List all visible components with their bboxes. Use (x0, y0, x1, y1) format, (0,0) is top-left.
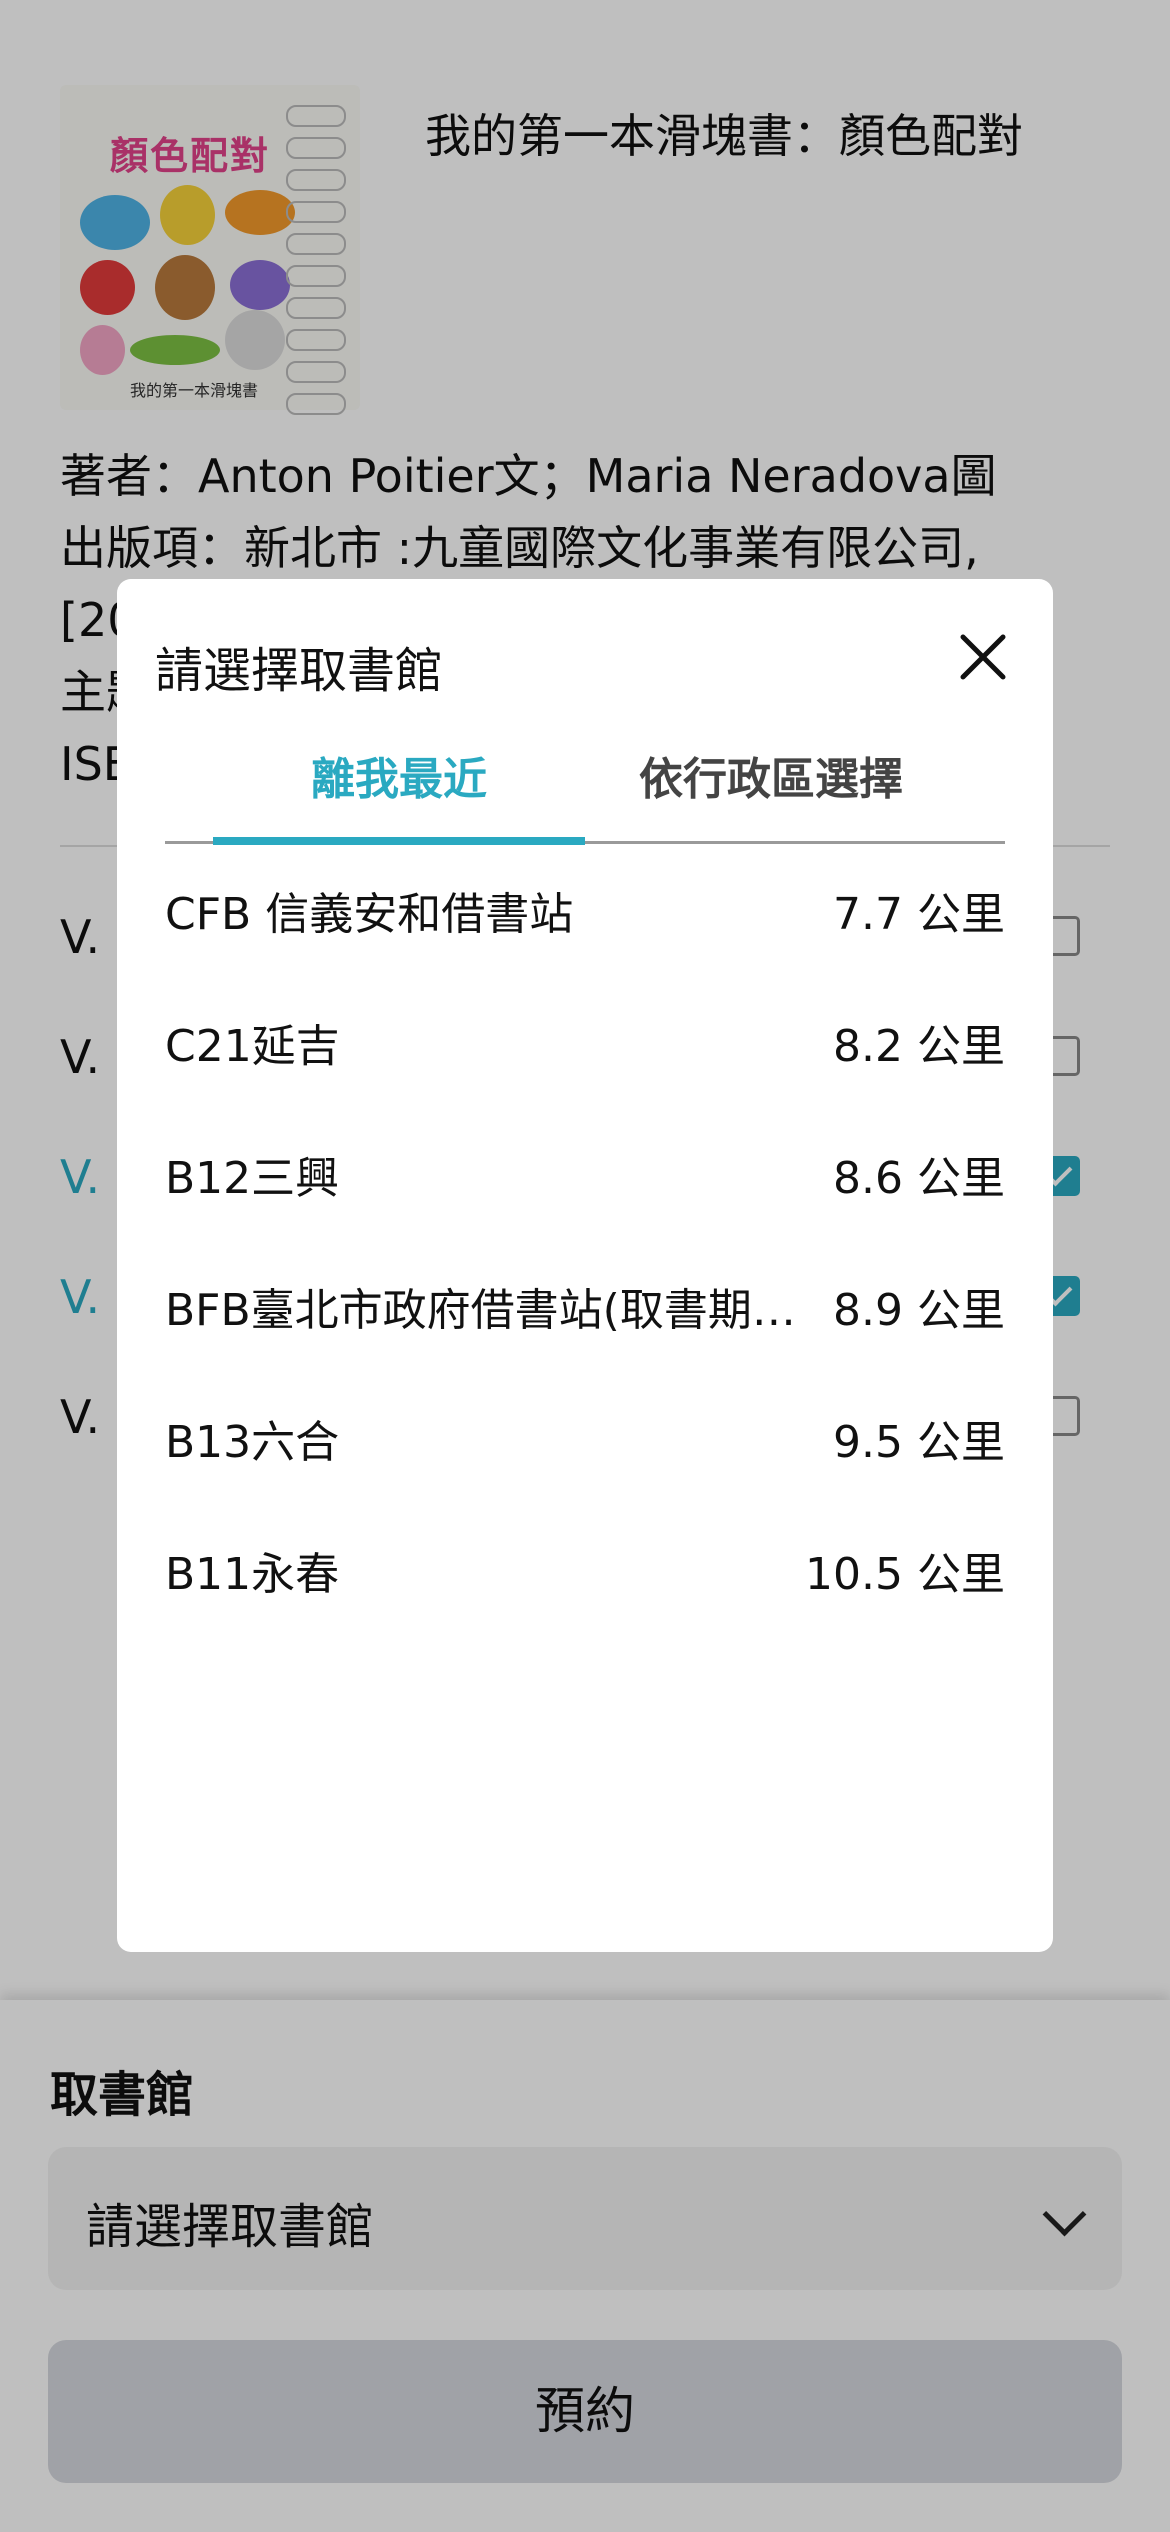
branch-name: CFB 信義安和借書站 (165, 889, 574, 940)
branch-distance: 8.6 公里 (833, 1153, 1005, 1204)
branch-name: BFB臺北市政府借書站(取書期限... (165, 1285, 805, 1336)
branch-item[interactable]: B11永春 10.5 公里 (165, 1504, 1005, 1636)
branch-name: C21延吉 (165, 1021, 340, 1072)
branch-item[interactable]: CFB 信義安和借書站 7.7 公里 (165, 844, 1005, 976)
branch-distance: 9.5 公里 (833, 1417, 1005, 1468)
branch-distance: 8.9 公里 (833, 1285, 1005, 1336)
branch-distance: 7.7 公里 (833, 889, 1005, 940)
branch-item[interactable]: B13六合 9.5 公里 (165, 1372, 1005, 1504)
pickup-library-modal: 請選擇取書館 離我最近 依行政區選擇 CFB 信義安和借書站 7.7 公里 C2… (117, 579, 1053, 1952)
tab-by-district[interactable]: 依行政區選擇 (585, 749, 957, 841)
branch-item[interactable]: C21延吉 8.2 公里 (165, 976, 1005, 1108)
branch-item[interactable]: B12三興 8.6 公里 (165, 1108, 1005, 1240)
modal-title: 請選擇取書館 (155, 643, 444, 699)
close-icon[interactable] (957, 631, 1009, 683)
branch-name: B11永春 (165, 1549, 340, 1600)
branch-distance: 8.2 公里 (833, 1021, 1005, 1072)
tab-nearest[interactable]: 離我最近 (213, 749, 585, 845)
branch-name: B13六合 (165, 1417, 340, 1468)
page: 顏色配對 我的第一本滑塊書 我的第一本滑塊書：顏色配對 著者：Anton Poi… (0, 0, 1170, 2532)
branch-list: CFB 信義安和借書站 7.7 公里 C21延吉 8.2 公里 B12三興 8.… (165, 844, 1005, 1636)
modal-tabs: 離我最近 依行政區選擇 (165, 749, 1005, 845)
branch-distance: 10.5 公里 (805, 1549, 1005, 1600)
branch-item[interactable]: BFB臺北市政府借書站(取書期限... 8.9 公里 (165, 1240, 1005, 1372)
branch-name: B12三興 (165, 1153, 340, 1204)
